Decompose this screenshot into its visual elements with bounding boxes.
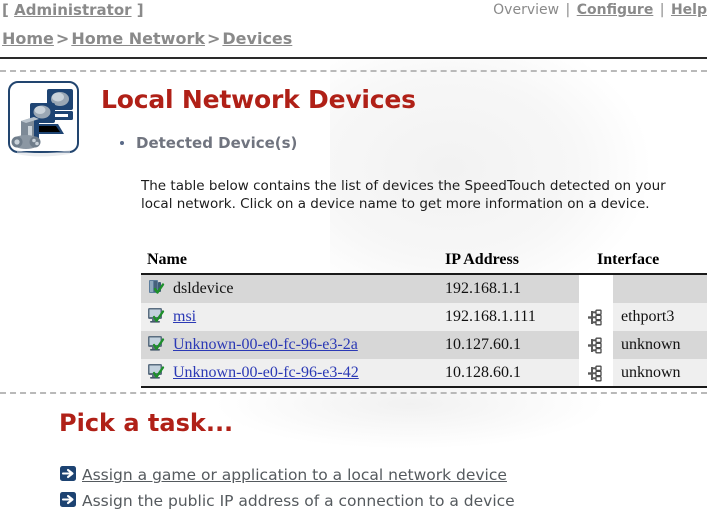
administrator-link[interactable]: Administrator (14, 1, 131, 19)
network-interface-icon (579, 331, 613, 359)
table-row[interactable]: dsldevice 192.168.1.1 (141, 274, 707, 303)
column-header-ip-address: IP Address (439, 250, 579, 275)
local-network-devices-icon (8, 81, 82, 157)
cell-ip-address: 10.128.60.1 (439, 359, 579, 387)
task-item-label[interactable]: Assign the public IP address of a connec… (82, 492, 515, 510)
interface-label: ethport3 (621, 308, 675, 325)
computer-device-icon (147, 334, 165, 357)
cell-interface: unknown (579, 331, 707, 359)
pick-a-task-title: Pick a task... (59, 409, 234, 437)
devices-table-head: Name IP Address Interface (141, 250, 707, 275)
cell-ip-address: 10.127.60.1 (439, 331, 579, 359)
table-row[interactable]: Unknown-00-e0-fc-96-e3-2a 10.127.60.1 un… (141, 331, 707, 359)
devices-table-body: dsldevice 192.168.1.1 msi 192.168.1.111 … (141, 274, 707, 387)
computer-device-icon (147, 306, 165, 329)
nav-item-help[interactable]: Help (671, 2, 707, 18)
cell-ip-address: 192.168.1.111 (439, 303, 579, 331)
speedtouch-devices-page: [ Administrator ] Overview | Configure |… (0, 0, 707, 515)
breadcrumb: Home > Home Network > Devices (2, 29, 292, 48)
header-divider (0, 57, 707, 59)
cell-device-name: msi (141, 303, 439, 331)
nav-item-overview[interactable]: Overview (493, 2, 559, 18)
dashed-divider-bottom (0, 392, 707, 394)
top-bar: [ Administrator ] Overview | Configure |… (0, 0, 707, 28)
cell-ip-address: 192.168.1.1 (439, 274, 579, 303)
arrow-right-icon (59, 490, 78, 513)
computer-device-icon (147, 362, 165, 385)
devices-table: Name IP Address Interface dsldevice 192.… (141, 250, 707, 387)
cell-device-name: Unknown-00-e0-fc-96-e3-2a (141, 331, 439, 359)
task-item-assign-game-or-application[interactable]: Assign a game or application to a local … (59, 462, 707, 488)
bracket-open: [ (2, 1, 9, 19)
table-bottom-border (141, 386, 707, 388)
network-interface-icon (579, 359, 613, 387)
router-device-icon (147, 278, 165, 301)
interface-icon-slot (579, 275, 613, 303)
top-nav: Overview | Configure | Help (493, 2, 707, 18)
breadcrumb-separator-2: > (206, 29, 221, 48)
breadcrumb-item-home-network[interactable]: Home Network (71, 29, 205, 48)
breadcrumb-item-home[interactable]: Home (2, 29, 54, 48)
dashed-divider-top (0, 70, 707, 72)
device-name-text: dsldevice (173, 280, 234, 297)
table-row[interactable]: msi 192.168.1.111 ethport3 (141, 303, 707, 331)
nav-separator-1: | (565, 2, 571, 18)
page-title: Local Network Devices (101, 85, 416, 114)
task-list: Assign a game or application to a local … (59, 462, 707, 514)
cell-device-name: dsldevice (141, 274, 439, 303)
task-item-assign-public-ip[interactable]: Assign the public IP address of a connec… (59, 488, 707, 514)
device-name-link[interactable]: Unknown-00-e0-fc-96-e3-42 (167, 364, 359, 382)
interface-label: unknown (621, 336, 681, 353)
section-subheading: Detected Device(s) (120, 134, 297, 152)
cell-device-name: Unknown-00-e0-fc-96-e3-42 (141, 359, 439, 387)
column-header-interface: Interface (579, 250, 707, 275)
section-subheading-label: Detected Device(s) (136, 134, 298, 152)
breadcrumb-item-devices[interactable]: Devices (222, 29, 292, 48)
table-header-row: Name IP Address Interface (141, 250, 707, 275)
arrow-right-icon (59, 464, 78, 487)
bullet-icon (120, 140, 124, 145)
device-name-link[interactable]: Unknown-00-e0-fc-96-e3-2a (167, 336, 358, 354)
breadcrumb-separator-1: > (55, 29, 70, 48)
cell-interface (579, 274, 707, 303)
current-user-block: [ Administrator ] (2, 1, 144, 19)
device-name-link[interactable]: msi (167, 308, 196, 326)
network-interface-icon (579, 303, 613, 331)
bracket-close: ] (136, 1, 144, 19)
nav-item-configure[interactable]: Configure (577, 2, 654, 18)
cell-interface: ethport3 (579, 303, 707, 331)
cell-interface: unknown (579, 359, 707, 387)
nav-separator-2: | (659, 2, 665, 18)
column-header-name: Name (141, 250, 439, 275)
page-description: The table below contains the list of dev… (141, 178, 666, 212)
table-row[interactable]: Unknown-00-e0-fc-96-e3-42 10.128.60.1 un… (141, 359, 707, 387)
interface-label: unknown (621, 364, 681, 381)
task-item-label[interactable]: Assign a game or application to a local … (82, 466, 507, 484)
